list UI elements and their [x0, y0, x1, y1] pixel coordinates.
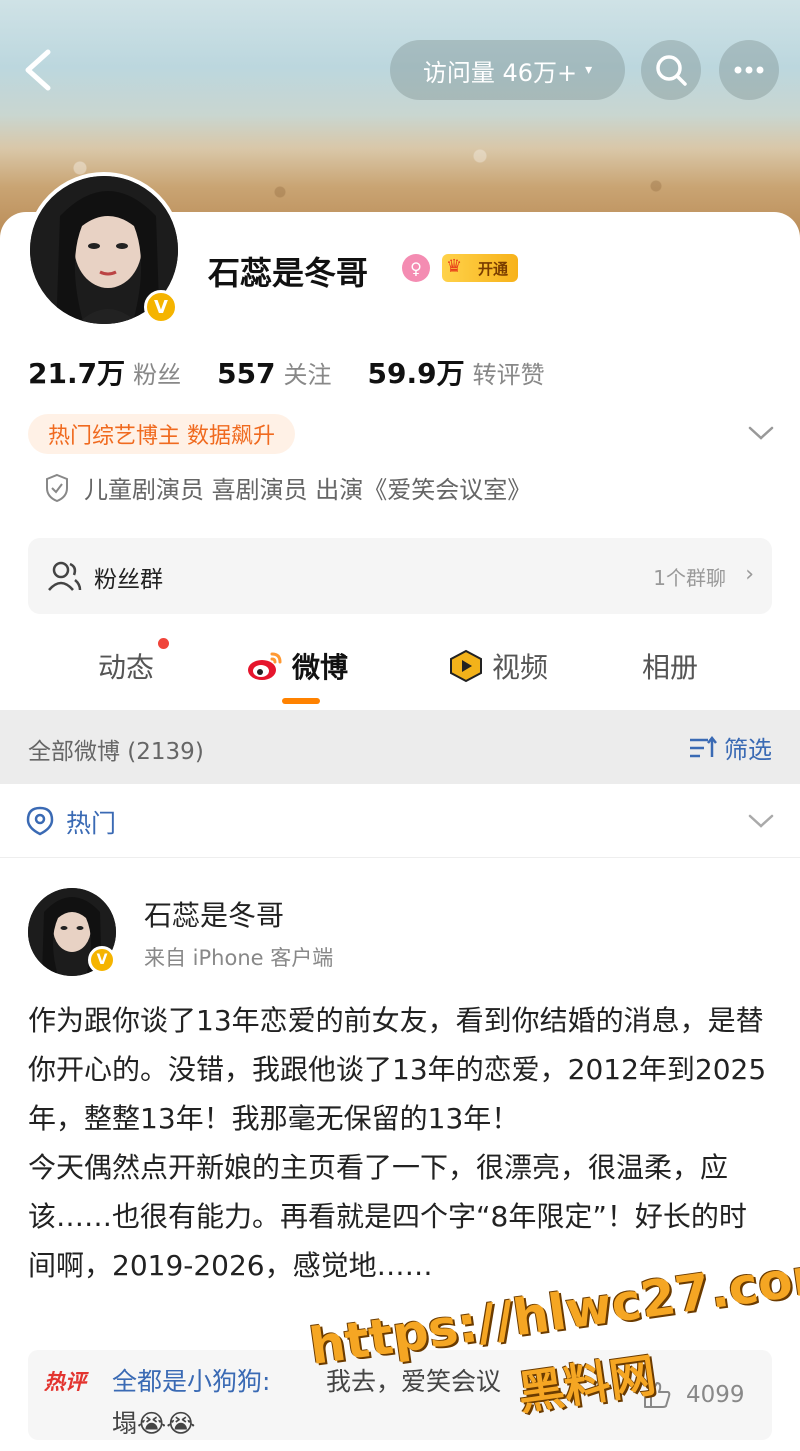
- hot-comment-tag: 热评: [44, 1370, 86, 1394]
- stat-number: 59.9万: [367, 357, 465, 390]
- weibo-logo-icon: [248, 652, 282, 680]
- like-count: 4099: [686, 1382, 745, 1408]
- post-content[interactable]: 作为跟你谈了13年恋爱的前女友，看到你结婚的消息，是替你开心的。没错，我跟他谈了…: [28, 996, 772, 1290]
- chevron-right-icon: ›: [745, 562, 754, 587]
- chevron-down-icon[interactable]: [746, 420, 776, 446]
- tab-label: 视频: [492, 651, 549, 684]
- chevron-down-icon: [748, 814, 774, 828]
- search-button[interactable]: [641, 40, 701, 100]
- people-icon: [48, 561, 82, 591]
- hot-comment[interactable]: 热评 全都是小狗狗: 我去，爱笑会议 塌😭😭 4099: [28, 1350, 772, 1440]
- crown-icon: ♛: [446, 256, 463, 277]
- post-source: 来自 iPhone 客户端: [144, 946, 334, 970]
- description-text: 儿童剧演员 喜剧演员 出演《爱笑会议室》: [84, 476, 532, 504]
- visits-dropdown[interactable]: 访问量 46万+ ▾: [390, 40, 625, 100]
- tab-feed[interactable]: 动态: [98, 646, 154, 686]
- visits-label: 访问量 46万+: [422, 58, 578, 87]
- comment-username[interactable]: 全都是小狗狗:: [112, 1362, 270, 1398]
- unread-dot: [158, 638, 169, 649]
- search-icon: [656, 55, 687, 86]
- hot-label: 热门: [66, 809, 117, 838]
- more-button[interactable]: [719, 40, 779, 100]
- all-posts-count: 全部微博 (2139): [28, 739, 204, 765]
- filter-button[interactable]: 筛选: [688, 730, 772, 765]
- comment-text-continued: 塌😭😭: [112, 1409, 196, 1438]
- profile-description: 儿童剧演员 喜剧演员 出演《爱笑会议室》: [44, 470, 531, 505]
- tab-label: 相册: [642, 651, 699, 684]
- hot-pin-icon: [26, 806, 54, 836]
- verified-badge-icon: V: [88, 946, 116, 974]
- profile-tabs: 动态 微博 视频 相册: [0, 630, 800, 710]
- video-play-icon: [450, 649, 482, 683]
- stat-number: 557: [217, 357, 276, 390]
- verified-badge-icon: V: [144, 290, 178, 324]
- active-tab-indicator: [282, 698, 320, 704]
- tab-album[interactable]: 相册: [642, 646, 698, 686]
- tab-video[interactable]: 视频: [448, 646, 548, 686]
- tab-label: 微博: [292, 651, 349, 684]
- stat-number: 21.7万: [28, 357, 126, 390]
- filter-label: 筛选: [724, 736, 772, 764]
- more-dots-icon: [734, 66, 764, 74]
- post-paragraph: 今天偶然点开新娘的主页看了一下，很漂亮，很温柔，应该……也很有能力。再看就是四个…: [28, 1151, 747, 1282]
- post-paragraph: 作为跟你谈了13年恋爱的前女友，看到你结婚的消息，是替你开心的。没错，我跟他谈了…: [28, 1004, 767, 1135]
- tab-weibo[interactable]: 微博: [246, 646, 348, 686]
- stat-interactions[interactable]: 59.9万 转评赞: [368, 352, 545, 392]
- back-button[interactable]: [14, 44, 62, 96]
- stat-label: 关注: [283, 361, 332, 389]
- female-icon: ♀: [402, 254, 430, 282]
- post-author-name[interactable]: 石蕊是冬哥: [144, 894, 284, 934]
- stat-label: 转评赞: [472, 361, 545, 389]
- vip-open-badge[interactable]: ♛ 开通: [442, 254, 518, 282]
- filter-icon: [690, 735, 717, 757]
- stat-followers[interactable]: 21.7万 粉丝: [28, 352, 181, 392]
- tab-label: 动态: [98, 651, 155, 684]
- chevron-left-icon: [25, 49, 51, 91]
- profile-stats: 21.7万 粉丝 557 关注 59.9万 转评赞: [28, 352, 545, 392]
- hot-section-row[interactable]: 热门: [0, 784, 800, 858]
- caret-down-icon: ▾: [585, 62, 593, 78]
- shield-icon: [46, 473, 68, 502]
- comment-text: 我去，爱笑会议: [326, 1367, 502, 1396]
- profile-name: 石蕊是冬哥: [208, 254, 369, 292]
- stat-following[interactable]: 557 关注: [217, 355, 331, 390]
- hot-blogger-tag[interactable]: 热门综艺博主 数据飙升: [28, 414, 295, 454]
- filter-bar: 全部微博 (2139) 筛选: [0, 710, 800, 784]
- fan-group-count: 1个群聊: [653, 566, 726, 590]
- thumbs-up-icon[interactable]: [642, 1380, 672, 1410]
- fan-group-row[interactable]: 粉丝群 1个群聊 ›: [28, 538, 772, 614]
- vip-label: 开通: [477, 259, 508, 278]
- stat-label: 粉丝: [133, 361, 182, 389]
- fan-group-label: 粉丝群: [94, 567, 163, 593]
